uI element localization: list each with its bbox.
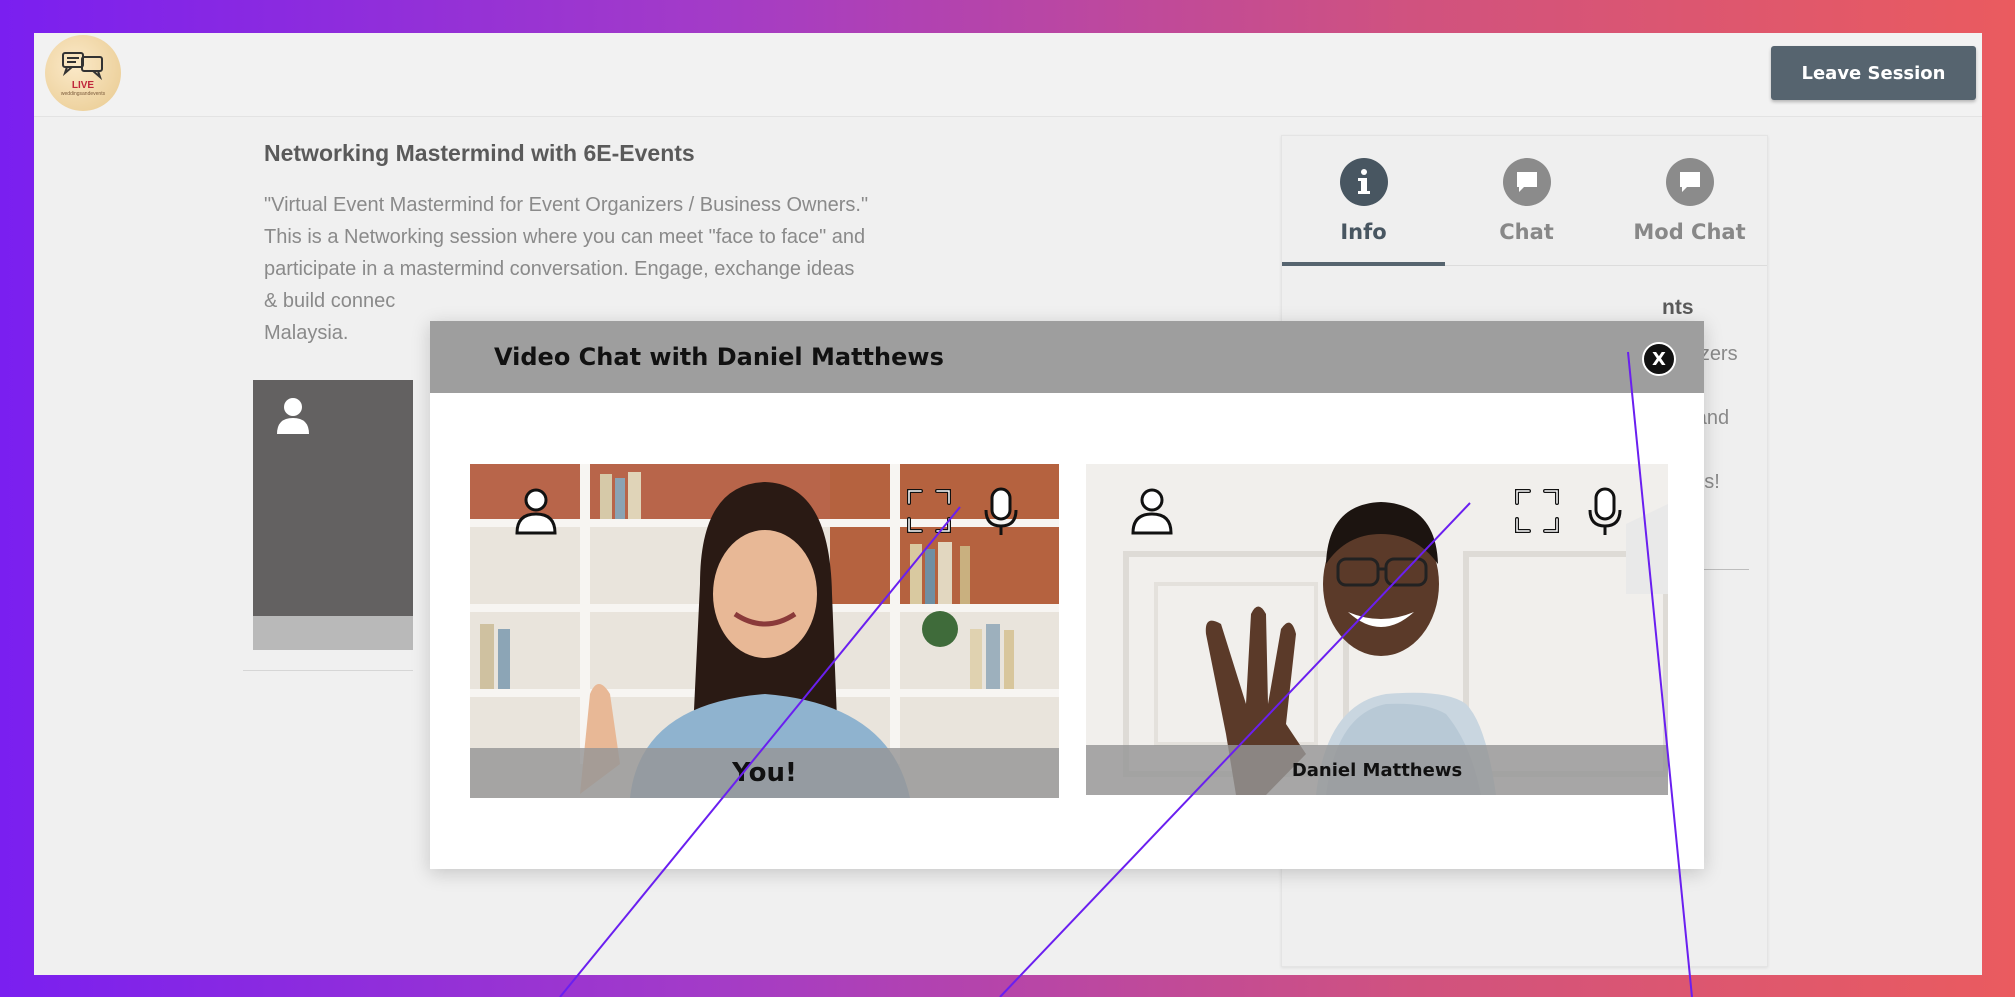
user-icon[interactable] [514,486,558,536]
remote-video-feed[interactable]: Daniel Matthews [1086,464,1668,795]
chat-bubble-icon [1665,158,1714,206]
microphone-icon[interactable] [982,486,1020,538]
tile-caption-strip [253,616,413,650]
event-description-line: "Virtual Event Mastermind for Event Orga… [264,194,869,216]
fullscreen-icon[interactable] [906,488,952,534]
top-bar: LIVE weddingsandevents Leave Session [34,33,1982,117]
event-description-line: & build connec [264,290,396,312]
event-title: Networking Mastermind with 6E-Events [264,140,695,166]
tab-chat[interactable]: Chat [1445,158,1608,244]
self-video-feed[interactable]: You! [470,464,1059,798]
tab-info[interactable]: Info [1282,158,1445,244]
feed-caption: You! [470,748,1059,798]
fullscreen-icon[interactable] [1514,488,1560,534]
info-heading: nts [1662,296,1694,319]
chat-bubble-icon [1502,158,1551,206]
logo-subtext: weddingsandevents [60,90,106,97]
leave-session-button[interactable]: Leave Session [1771,46,1976,100]
user-icon [277,398,309,434]
active-tab-indicator [1282,262,1445,266]
video-chat-modal: Video Chat with Daniel Matthews X You! D… [430,321,1704,869]
modal-title: Video Chat with Daniel Matthews [494,343,944,371]
tab-label: Mod Chat [1633,220,1746,244]
info-icon [1339,158,1388,206]
participant-video-tile[interactable] [253,380,413,650]
panel-tabs: Info Chat Mod Chat [1282,136,1767,266]
chat-logo-icon [62,51,103,80]
logo-text: LIVE [71,79,95,91]
feed-caption: Daniel Matthews [1086,745,1668,795]
user-icon[interactable] [1130,486,1174,536]
brand-logo[interactable]: LIVE weddingsandevents [45,35,121,111]
event-description-line: This is a Networking session where you c… [264,226,866,248]
modal-header: Video Chat with Daniel Matthews X [430,321,1704,393]
divider [243,670,413,671]
tab-mod-chat[interactable]: Mod Chat [1608,158,1771,244]
app-window: LIVE weddingsandevents Leave Session Net… [34,33,1982,975]
close-button[interactable]: X [1642,342,1676,376]
event-description-line: participate in a mastermind conversation… [264,258,855,280]
microphone-icon[interactable] [1586,486,1624,538]
tab-label: Chat [1499,220,1554,244]
tab-label: Info [1340,220,1387,244]
